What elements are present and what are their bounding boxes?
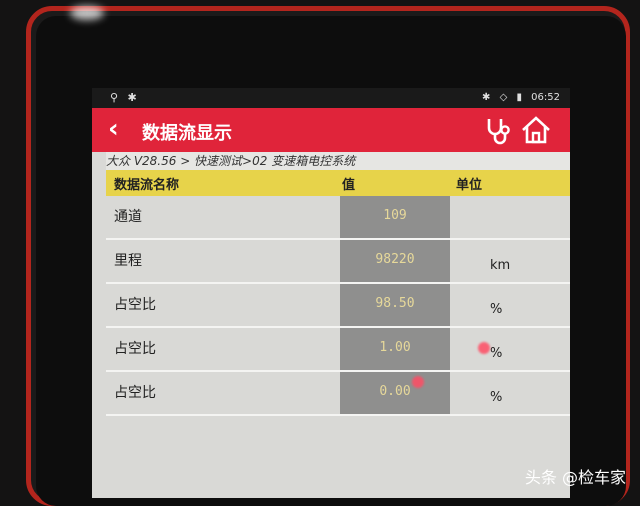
data-stream-table: 数据流名称 值 单位 通道 109 里程 98220 km 占空比 98.50 …: [106, 170, 570, 416]
status-bar: ⚲ ✱ ✱ ◇ ▮ 06:52: [92, 88, 570, 108]
row-unit: %: [490, 302, 503, 317]
row-name: 通道: [114, 209, 142, 225]
column-header-unit: 单位: [456, 178, 483, 193]
row-name: 里程: [114, 253, 142, 269]
row-name: 占空比: [114, 297, 156, 313]
watermark: 头条 @检车家: [524, 468, 626, 487]
clock: 06:52: [531, 92, 560, 103]
stethoscope-icon[interactable]: [482, 114, 514, 146]
led-reflection: [478, 342, 490, 354]
table-row[interactable]: 占空比 1.00 %: [106, 328, 570, 372]
row-value: 98.50: [340, 284, 450, 326]
table-row[interactable]: 通道 109: [106, 196, 570, 240]
column-header-name: 数据流名称: [114, 178, 180, 193]
breadcrumb: 大众 V28.56 > 快速测试>02 变速箱电控系统: [106, 152, 570, 170]
row-value: 0.00: [340, 372, 450, 414]
column-header-value: 值: [342, 178, 356, 193]
notification-icons: ⚲ ✱: [110, 91, 140, 104]
row-unit: km: [490, 258, 511, 273]
bluetooth-icon: ✱: [482, 92, 491, 103]
home-icon[interactable]: [520, 114, 552, 146]
table-row[interactable]: 里程 98220 km: [106, 240, 570, 284]
title-bar: ‹ 数据流显示: [92, 108, 570, 152]
light-glare: [70, 6, 104, 20]
row-value: 1.00: [340, 328, 450, 370]
status-right: ✱ ◇ ▮ 06:52: [476, 92, 560, 103]
led-reflection: [412, 376, 424, 388]
row-name: 占空比: [114, 385, 156, 401]
table-row[interactable]: 占空比 98.50 %: [106, 284, 570, 328]
row-value: 109: [340, 196, 450, 238]
wifi-icon: ◇: [499, 92, 508, 103]
table-row[interactable]: 占空比 0.00 %: [106, 372, 570, 416]
back-arrow-icon[interactable]: ‹: [108, 114, 130, 144]
row-unit: %: [490, 346, 503, 361]
row-name: 占空比: [114, 341, 156, 357]
device-screen: ⚲ ✱ ✱ ◇ ▮ 06:52 ‹ 数据流显示 大众 V28.56 > 快速测试…: [92, 88, 570, 498]
table-header: 数据流名称 值 单位: [106, 170, 570, 196]
row-unit: %: [490, 390, 503, 405]
battery-icon: ▮: [516, 92, 522, 103]
page-title: 数据流显示: [142, 123, 232, 144]
row-value: 98220: [340, 240, 450, 282]
